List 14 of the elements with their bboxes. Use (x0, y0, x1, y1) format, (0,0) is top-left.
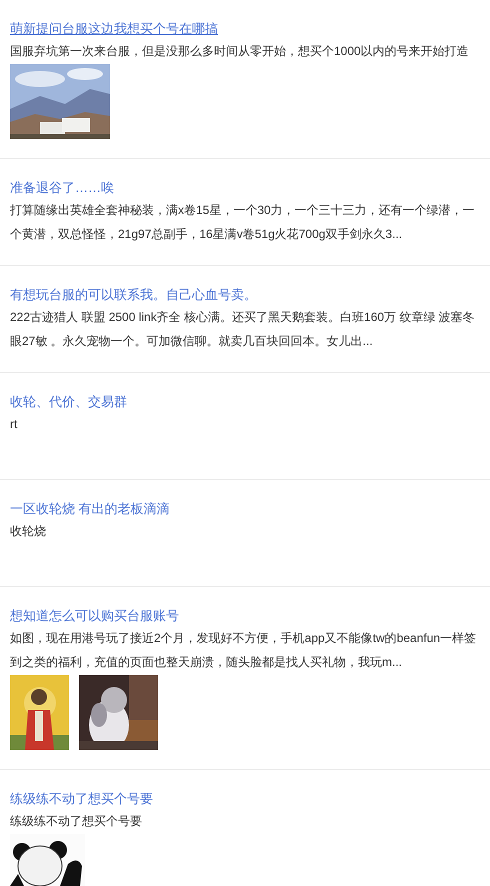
post-excerpt: 如图，现在用港号玩了接近2个月，发现好不方便，手机app又不能像tw的beanfun一样签到之类的福利，充值的页面也整天崩溃，随头脸都是找人买礼物，我玩m... (10, 630, 478, 671)
post-title-link[interactable]: 一区收轮烧 有出的老板滴滴 (10, 500, 170, 518)
post-title-link[interactable]: 练级练不动了想买个号要 (10, 790, 153, 808)
post-title-link[interactable]: 萌新提问台服这边我想买个号在哪搞 (10, 20, 218, 38)
post-title-link[interactable]: 准备退谷了……唉 (10, 179, 114, 197)
post-excerpt: 收轮烧 (10, 523, 47, 540)
post-excerpt: rt (10, 416, 18, 433)
post-excerpt: 打算随缘出英雄全套神秘装，满x卷15星，一个30力，一个三十三力，还有一个绿潜，一个黄潜，双总怪怪，21g97总副手，16星满v卷51g火花700g双手剑永久3... (10, 202, 476, 243)
post-title-link[interactable]: 想知道怎么可以购买台服账号 (10, 607, 179, 625)
post-title-link[interactable]: 收轮、代价、交易群 (10, 393, 127, 411)
post-excerpt: 练级练不动了想买个号要 (10, 813, 143, 830)
post-excerpt: 国服弃坑第一次来台服，但是没那么多时间从零开始，想买个1000以内的号来开始打造 (10, 43, 470, 60)
post-excerpt: 222古迹猎人 联盟 2500 link齐全 核心满。还买了黑天鹅套装。白班160万 纹章绿 波塞冬眼27敏 。永久宠物一个。可加微信聊。就卖几百块回回本。女儿出... (10, 309, 476, 350)
post-title-link[interactable]: 有想玩台服的可以联系我。自己心血号卖。 (10, 286, 257, 304)
